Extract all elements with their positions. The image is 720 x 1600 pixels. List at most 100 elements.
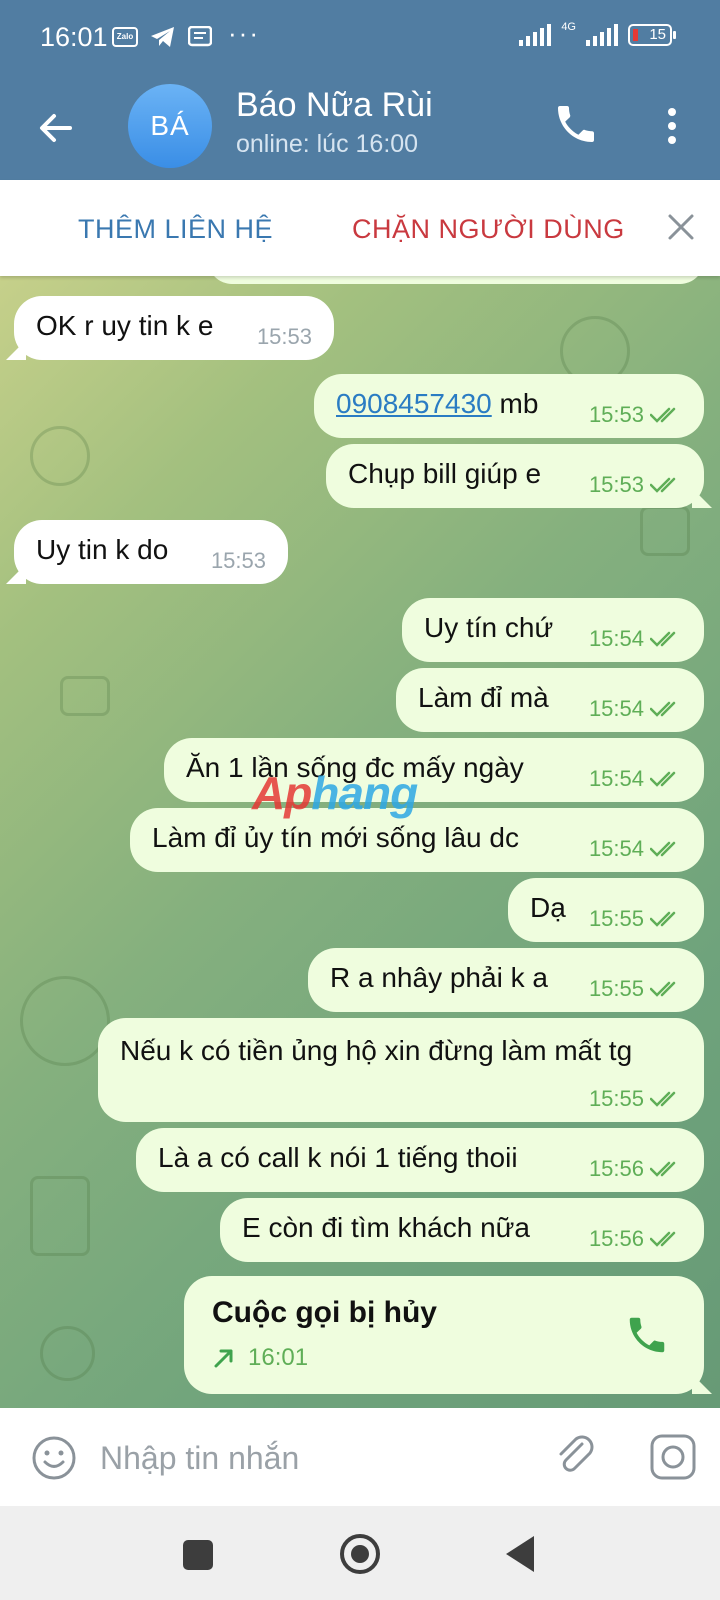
outgoing-call-arrow-icon [214,1349,233,1368]
message-time: 15:54 [588,626,644,651]
back-arrow-icon[interactable] [34,106,78,150]
message-meta: 15:53 [257,324,312,350]
message-text: E còn đi tìm khách nữa [242,1212,530,1243]
message-text: Làm đỉ mà [418,682,549,713]
emoji-icon[interactable] [30,1434,78,1482]
message-time: 15:53 [588,472,644,497]
avatar[interactable]: BÁ [128,84,212,168]
call-time: 16:01 [248,1344,309,1371]
message-time: 15:54 [588,696,644,721]
more-vert-icon[interactable] [654,102,690,150]
message-meta: 15:53 [211,548,266,574]
message-text: Dạ [530,892,566,923]
message-bubble-outgoing[interactable]: E còn đi tìm khách nữa 15:56 [220,1198,704,1262]
contact-action-bar: THÊM LIÊN HỆ CHẶN NGƯỜI DÙNG [0,180,720,276]
signal-icon-2 [586,24,618,46]
read-double-check-icon [650,771,676,787]
chat-status: online: lúc 16:00 [236,130,419,158]
message-time: 15:53 [256,324,312,349]
background-doodle [40,1326,95,1381]
message-input-bar [0,1408,720,1506]
status-time: 16:01 [40,22,108,52]
read-double-check-icon [650,1231,676,1247]
block-user-button[interactable]: CHẶN NGƯỜI DÙNG [352,214,625,245]
message-meta: 15:55 [589,906,682,932]
message-text: 0908457430 mb [336,388,539,419]
watermark-logo: Aphang [252,767,418,819]
message-bubble-outgoing[interactable]: Là a có call k nói 1 tiếng thoii 15:56 [136,1128,704,1192]
chat-title[interactable]: Báo Nữa Rùi [236,86,433,125]
message-input[interactable] [100,1438,520,1478]
read-double-check-icon [650,631,676,647]
read-double-check-icon [650,981,676,997]
message-meta: 15:56 [589,1156,682,1182]
message-time: 15:53 [588,402,644,427]
read-double-check-icon [650,701,676,717]
call-status-title: Cuộc gọi bị hủy [212,1296,437,1329]
zalo-icon: Zalo [112,27,138,47]
message-text: Uy tin k do [36,534,169,565]
message-text: Nếu k có tiền ủng hộ xin đừng làm mất tg [120,1035,633,1066]
read-double-check-icon [650,1091,676,1107]
message-bubble-outgoing[interactable]: Làm đỉ mà 15:54 [396,668,704,732]
status-indicators: 4G 15 [519,21,676,46]
attach-paperclip-icon[interactable] [552,1432,600,1480]
message-text: Là a có call k nói 1 tiếng thoii [158,1142,518,1173]
message-text: Uy tín chứ [424,612,554,643]
message-meta: 15:54 [589,696,682,722]
message-bubble-outgoing[interactable]: Ăn 1 lần sống đc mấy ngày 15:54 [164,738,704,802]
message-meta: 15:54 [589,626,682,652]
network-type: 4G [561,21,576,33]
message-bubble-outgoing[interactable]: Dạ 15:55 [508,878,704,942]
message-bubble-incoming[interactable]: Uy tin k do 15:53 [14,520,288,584]
more-notifications-icon: ··· [228,18,260,48]
system-navigation-bar [0,1506,720,1600]
message-bubble-incoming[interactable]: OK r uy tin k e 15:53 [14,296,334,360]
add-contact-button[interactable]: THÊM LIÊN HỆ [78,214,273,245]
message-bubble-outgoing[interactable]: 0908457430 mb 15:53 [314,374,704,438]
message-time: 15:54 [588,766,644,791]
recent-apps-icon[interactable] [183,1540,213,1570]
chat-header: BÁ Báo Nữa Rùi online: lúc 16:00 [0,80,720,180]
nav-back-icon[interactable] [506,1536,534,1572]
message-time: 15:54 [588,836,644,861]
cancelled-call-message[interactable]: Cuộc gọi bị hủy 16:01 [184,1276,704,1394]
message-text: OK r uy tin k e [36,310,214,341]
background-doodle [30,1176,90,1256]
message-time: 15:55 [588,1086,644,1111]
message-meta: 15:53 [589,402,682,428]
read-double-check-icon [650,1161,676,1177]
message-bubble-partial [208,276,704,284]
phone-number-link[interactable]: 0908457430 [336,388,492,419]
status-app-icons: Zalo [112,26,212,48]
message-text: Làm đỉ ủy tín mới sống lâu dc [152,822,519,853]
home-icon[interactable] [340,1534,380,1574]
message-bubble-outgoing[interactable]: Nếu k có tiền ủng hộ xin đừng làm mất tg… [98,1018,704,1122]
read-double-check-icon [650,407,676,423]
message-meta: 15:54 [589,836,682,862]
signal-icon [519,24,552,46]
message-meta: 15:53 [589,472,682,498]
message-bubble-outgoing[interactable]: R a nhây phải k a 15:55 [308,948,704,1012]
battery-icon: 15 [628,24,676,46]
telegram-icon [151,27,174,47]
message-meta: 15:56 [589,1226,682,1252]
message-time: 15:56 [588,1226,644,1251]
message-time: 15:55 [588,906,644,931]
phone-call-icon[interactable] [552,100,600,148]
message-icon [188,26,212,47]
message-bubble-outgoing[interactable]: Uy tín chứ 15:54 [402,598,704,662]
background-doodle [60,676,110,716]
message-time: 15:53 [210,548,266,573]
read-double-check-icon [650,477,676,493]
message-time: 15:56 [588,1156,644,1181]
close-icon[interactable] [664,210,698,244]
call-back-phone-icon[interactable] [624,1312,670,1358]
background-doodle [30,426,90,486]
read-double-check-icon [650,841,676,857]
message-bubble-outgoing[interactable]: Chụp bill giúp e 15:53 [326,444,704,508]
camera-icon[interactable] [648,1432,698,1482]
message-meta: 15:55 [589,1086,682,1112]
chat-messages-area[interactable]: OK r uy tin k e 15:53 0908457430 mb 15:5… [0,276,720,1408]
message-meta: 15:54 [589,766,682,792]
